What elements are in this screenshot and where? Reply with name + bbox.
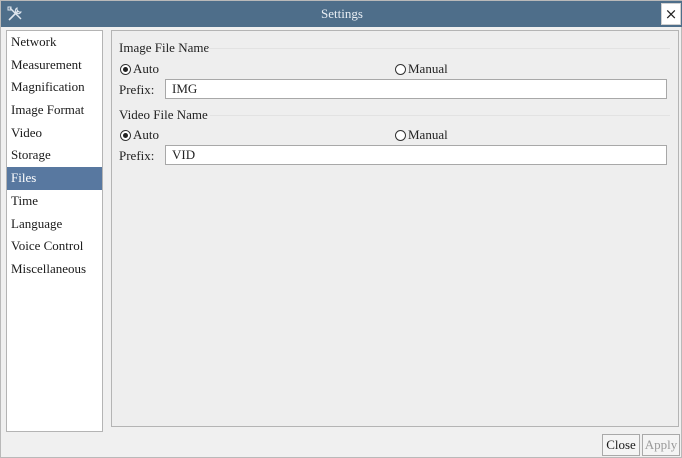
image-manual-radio[interactable]: Manual <box>395 61 448 77</box>
nav-item-files[interactable]: Files <box>7 167 102 190</box>
video-auto-radio[interactable]: Auto <box>120 127 159 143</box>
image-file-name-heading: Image File Name <box>119 40 210 55</box>
image-manual-label: Manual <box>408 61 448 76</box>
group-divider <box>208 48 670 49</box>
nav-item-video[interactable]: Video <box>7 122 102 145</box>
settings-nav: Network Measurement Magnification Image … <box>6 30 103 432</box>
radio-unselected-icon <box>395 129 406 141</box>
close-icon[interactable]: × <box>661 3 681 25</box>
settings-window: Settings × Network Measurement Magnifica… <box>0 0 682 458</box>
nav-item-storage[interactable]: Storage <box>7 144 102 167</box>
nav-item-language[interactable]: Language <box>7 213 102 236</box>
image-auto-label: Auto <box>133 61 159 76</box>
nav-item-voice-control[interactable]: Voice Control <box>7 235 102 258</box>
close-button[interactable]: Close <box>602 434 640 456</box>
radio-unselected-icon <box>395 63 406 75</box>
image-prefix-input[interactable]: IMG <box>165 79 667 99</box>
video-prefix-input[interactable]: VID <box>165 145 667 165</box>
nav-item-measurement[interactable]: Measurement <box>7 54 102 77</box>
title-bar: Settings × <box>1 1 682 27</box>
apply-button[interactable]: Apply <box>642 434 680 456</box>
group-divider <box>210 115 670 116</box>
video-auto-label: Auto <box>133 127 159 142</box>
image-auto-radio[interactable]: Auto <box>120 61 159 77</box>
nav-item-time[interactable]: Time <box>7 190 102 213</box>
radio-selected-icon <box>120 63 131 75</box>
video-manual-label: Manual <box>408 127 448 142</box>
video-manual-radio[interactable]: Manual <box>395 127 448 143</box>
video-file-name-heading: Video File Name <box>119 107 208 122</box>
window-title: Settings <box>321 6 363 21</box>
image-prefix-label: Prefix: <box>119 82 155 97</box>
nav-item-magnification[interactable]: Magnification <box>7 76 102 99</box>
files-settings-panel: Image File Name Auto Manual Prefix: IMG … <box>111 30 679 427</box>
video-prefix-label: Prefix: <box>119 148 155 163</box>
radio-selected-icon <box>120 129 131 141</box>
nav-item-image-format[interactable]: Image Format <box>7 99 102 122</box>
nav-item-miscellaneous[interactable]: Miscellaneous <box>7 258 102 281</box>
nav-item-network[interactable]: Network <box>7 31 102 54</box>
